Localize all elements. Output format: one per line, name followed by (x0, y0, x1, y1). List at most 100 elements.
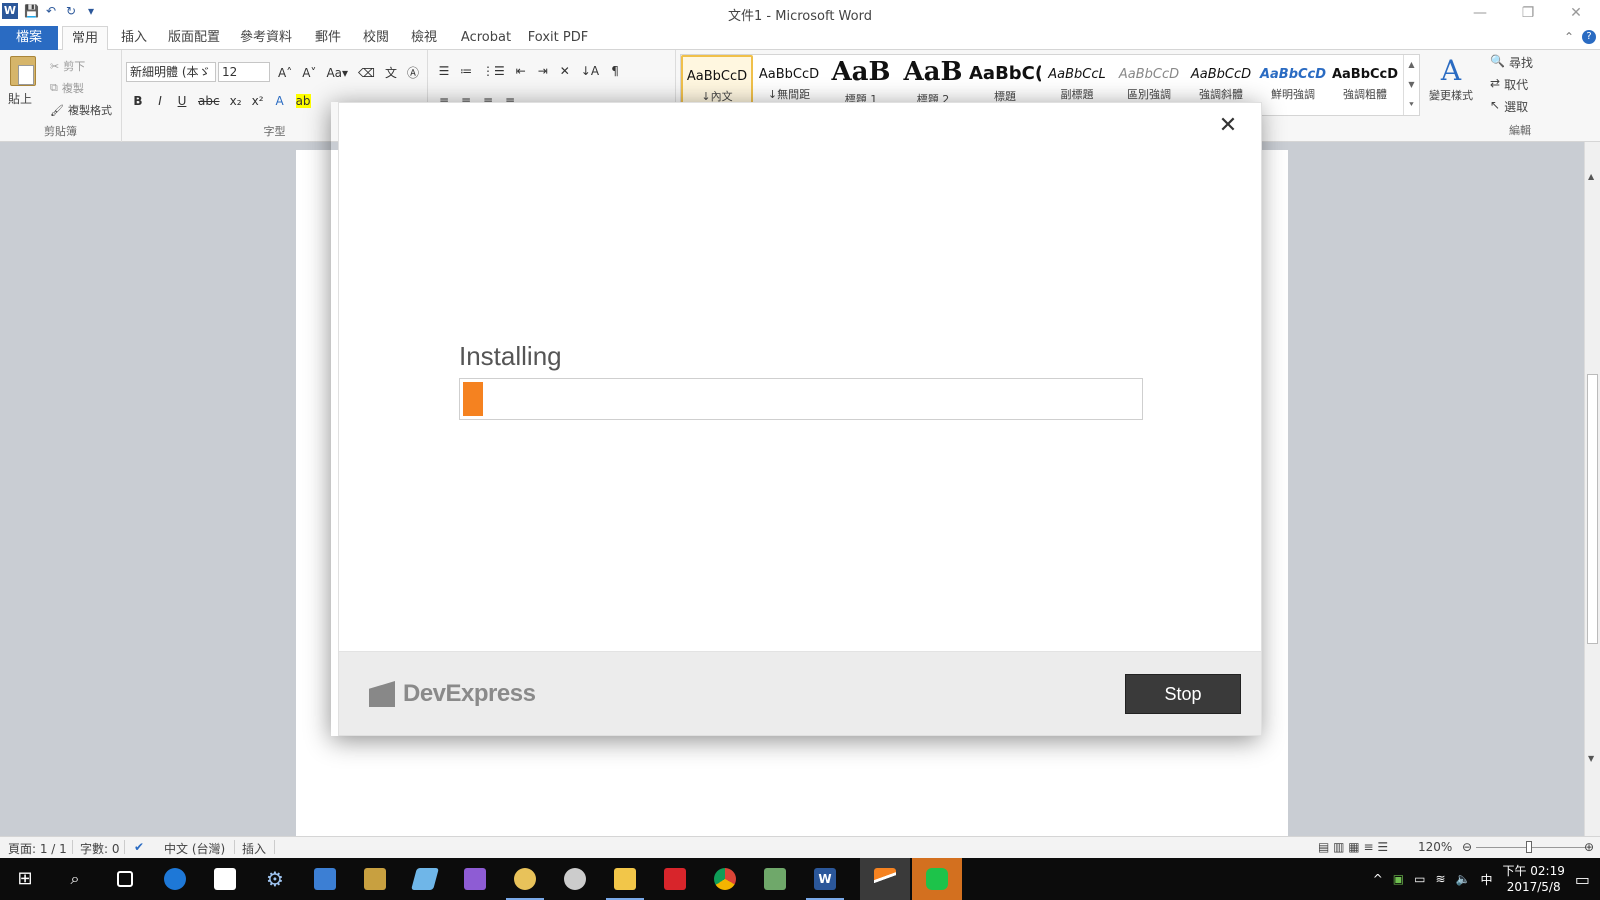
show-hidden-icons-icon[interactable]: ^ (1373, 872, 1383, 886)
tab-insert[interactable]: 插入 (112, 26, 156, 50)
increase-indent-icon[interactable]: ⇥ (537, 64, 549, 78)
tab-mailings[interactable]: 郵件 (306, 26, 350, 50)
bullets-icon[interactable]: ☰ (438, 64, 450, 78)
insert-mode[interactable]: 插入 (242, 840, 266, 857)
vertical-scrollbar[interactable]: ▲ ▼ (1584, 142, 1600, 836)
wifi-icon[interactable]: ≋ (1435, 872, 1445, 886)
clear-format-icon[interactable]: ⌫ (358, 66, 375, 80)
multilevel-list-icon[interactable]: ⋮☰ (482, 64, 505, 78)
installer-button[interactable] (860, 858, 910, 900)
stop-button[interactable]: Stop (1125, 674, 1241, 714)
minimize-button[interactable]: — (1456, 0, 1504, 26)
sort-icon[interactable]: ↓A (581, 64, 599, 78)
view-buttons[interactable]: ▤ ▥ ▦ ≡ ☰ (1318, 840, 1388, 854)
tools-button[interactable] (350, 858, 400, 900)
style-intense-emphasis[interactable]: AaBbCcD 鮮明強調 (1257, 55, 1329, 115)
word-count[interactable]: 字數: 0 (80, 840, 120, 857)
select-button[interactable]: ↖ 選取 (1490, 98, 1528, 115)
edge-icon (164, 868, 186, 890)
language-indicator[interactable]: 中文 (台灣) (164, 840, 225, 857)
tab-acrobat[interactable]: Acrobat (456, 26, 516, 50)
app2-button[interactable] (750, 858, 800, 900)
numbering-icon[interactable]: ≔ (460, 64, 472, 78)
minimize-ribbon-icon[interactable]: ⌃ (1564, 30, 1574, 44)
change-styles-button[interactable]: A 變更樣式 (1424, 54, 1478, 103)
copy-button[interactable]: ⧉ 複製 (50, 80, 84, 96)
start-button[interactable]: ⊞ (0, 858, 50, 900)
shrink-font-icon[interactable]: A˅ (302, 66, 316, 80)
text-effects-icon[interactable]: A (274, 94, 286, 108)
zoom-in-icon[interactable]: ⊕ (1584, 840, 1594, 854)
remote-desktop-button[interactable] (300, 858, 350, 900)
underline-icon[interactable]: U (176, 94, 188, 108)
style-strong[interactable]: AaBbCcD 強調粗體 (1329, 55, 1401, 115)
scroll-up-icon[interactable]: ▲ (1588, 172, 1594, 181)
battery-icon[interactable]: ▭ (1414, 872, 1425, 886)
editing-group-label: 編輯 (1509, 124, 1531, 137)
explorer-button[interactable] (600, 858, 650, 900)
font-name-select[interactable]: 新細明體 (本ゞ (126, 62, 216, 82)
ime-indicator[interactable]: 中 (1480, 871, 1492, 888)
paint-button[interactable] (500, 858, 550, 900)
chrome-button[interactable] (700, 858, 750, 900)
italic-icon[interactable]: I (154, 94, 166, 108)
tab-page-layout[interactable]: 版面配置 (162, 26, 226, 50)
show-marks-icon[interactable]: ¶ (609, 64, 621, 78)
visual-studio-button[interactable] (450, 858, 500, 900)
superscript-icon[interactable]: x² (252, 94, 264, 108)
word-button[interactable]: W (800, 858, 850, 900)
notifications-icon[interactable]: ▭ (1575, 870, 1590, 889)
tab-view[interactable]: 檢視 (402, 26, 446, 50)
devexpress-logo: DevExpress (369, 680, 536, 708)
replace-button[interactable]: ⇄ 取代 (1490, 76, 1528, 93)
settings-button[interactable]: ⚙ (250, 858, 300, 900)
decrease-indent-icon[interactable]: ⇤ (515, 64, 527, 78)
red-app-button[interactable] (650, 858, 700, 900)
proofing-icon[interactable]: ✔ (134, 840, 144, 854)
volume-icon[interactable]: 🔈 (1456, 872, 1471, 886)
help-icon[interactable]: ? (1582, 30, 1596, 44)
change-case-icon[interactable]: Aa▾ (326, 66, 348, 80)
paste-button[interactable]: 貼上 (8, 90, 32, 107)
grow-font-icon[interactable]: A˄ (278, 66, 292, 80)
snipping-button[interactable] (550, 858, 600, 900)
tab-file[interactable]: 檔案 (0, 26, 58, 50)
scissors-icon: ✂ (50, 59, 60, 73)
paste-icon[interactable] (10, 56, 36, 86)
search-button[interactable]: ⌕ (50, 858, 100, 900)
zoom-level[interactable]: 120% (1418, 840, 1452, 854)
tab-home[interactable]: 常用 (62, 26, 108, 51)
phonetic-icon[interactable]: 文 (385, 64, 397, 81)
format-painter-button[interactable]: 🖌 複製格式 (50, 102, 112, 118)
task-view-button[interactable] (100, 858, 150, 900)
cut-button[interactable]: ✂ 剪下 (50, 58, 85, 74)
close-window-button[interactable]: ✕ (1552, 0, 1600, 26)
highlight-icon[interactable]: ab (295, 94, 311, 108)
find-button[interactable]: 🔍 尋找 (1490, 54, 1533, 71)
tray-app-icon[interactable]: ▣ (1393, 872, 1404, 886)
line-button[interactable] (912, 858, 962, 900)
search-icon: ⌕ (70, 869, 80, 888)
zoom-slider-knob[interactable] (1526, 841, 1532, 853)
subscript-icon[interactable]: x₂ (230, 94, 242, 108)
bold-icon[interactable]: B (132, 94, 144, 108)
clock[interactable]: 下午 02:19 2017/5/8 (1502, 863, 1564, 895)
scroll-thumb[interactable] (1587, 374, 1598, 644)
scroll-down-icon[interactable]: ▼ (1588, 754, 1594, 763)
char-border-icon[interactable]: Ⓐ (407, 64, 419, 81)
page-count[interactable]: 頁面: 1 / 1 (8, 840, 67, 857)
edge-button[interactable] (150, 858, 200, 900)
close-dialog-icon[interactable]: ✕ (1217, 115, 1239, 137)
restore-button[interactable]: ❐ (1504, 0, 1552, 26)
strikethrough-icon[interactable]: abc (198, 94, 220, 108)
asian-layout-icon[interactable]: ✕ (559, 64, 571, 78)
tab-references[interactable]: 參考資料 (234, 26, 298, 50)
font-size-select[interactable]: 12 (218, 62, 270, 82)
tab-foxit-pdf[interactable]: Foxit PDF (526, 26, 590, 50)
folder-icon (614, 868, 636, 890)
styles-scroll[interactable]: ▲ ▼ ⯆ (1403, 55, 1419, 115)
tab-review[interactable]: 校閱 (354, 26, 398, 50)
app-button[interactable] (400, 858, 450, 900)
zoom-out-icon[interactable]: ⊖ (1462, 840, 1472, 854)
store-button[interactable] (200, 858, 250, 900)
